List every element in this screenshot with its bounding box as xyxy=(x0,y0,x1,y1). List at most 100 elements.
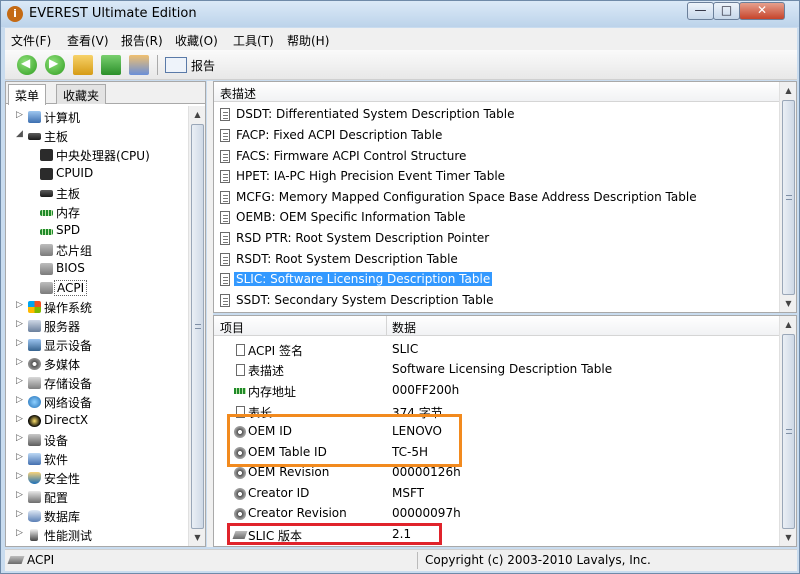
tree-scrollbar[interactable]: ▲ ▼ xyxy=(188,106,205,546)
gear-icon xyxy=(234,508,246,520)
details-scrollbar[interactable]: ▲ ▼ xyxy=(779,316,796,546)
expand-icon[interactable]: ▷ xyxy=(16,110,26,120)
report-icon[interactable] xyxy=(165,57,187,73)
minimize-button[interactable]: — xyxy=(687,2,714,20)
status-copyright: Copyright (c) 2003-2010 Lavalys, Inc. xyxy=(425,553,651,567)
devices-icon xyxy=(28,434,41,446)
table-row[interactable]: Creator ID MSFT xyxy=(214,484,780,504)
scroll-down-arrow-icon[interactable]: ▼ xyxy=(190,530,205,545)
spd-icon xyxy=(40,229,53,235)
field-value: 00000126h xyxy=(392,465,461,479)
up-folder-button[interactable] xyxy=(73,55,93,75)
tree-label: 服务器 xyxy=(44,320,81,334)
collapse-icon[interactable]: ◢ xyxy=(16,129,26,139)
menu-tools[interactable]: 工具(T) xyxy=(233,32,274,49)
expand-icon[interactable]: ▷ xyxy=(16,509,26,519)
back-arrow-icon: ◀ xyxy=(21,56,31,70)
menu-view[interactable]: 查看(V) xyxy=(67,32,109,49)
table-row[interactable]: Creator Revision 00000097h xyxy=(214,504,780,524)
forward-arrow-icon: ▶ xyxy=(49,56,59,70)
field-name: Creator ID xyxy=(248,486,310,500)
grip-icon xyxy=(195,323,201,329)
table-row[interactable]: ACPI 签名 SLIC xyxy=(214,340,780,360)
tree-scroll-thumb[interactable] xyxy=(191,124,204,529)
navigation-pane: 菜单 收藏夹 ▷ 计算机 ◢ 主板 中央处理器(CPU) CPUID 主板 内存 S… xyxy=(5,81,206,547)
document-icon xyxy=(236,344,245,356)
computer-icon xyxy=(28,111,41,123)
tree-label: 安全性 xyxy=(44,472,81,486)
tree-label: 内存 xyxy=(56,206,81,220)
forward-button[interactable]: ▶ xyxy=(45,55,65,75)
back-button[interactable]: ◀ xyxy=(17,55,37,75)
close-button[interactable]: ✕ xyxy=(739,2,785,20)
tree-label: 网络设备 xyxy=(44,396,93,410)
menu-help[interactable]: 帮助(H) xyxy=(287,32,329,49)
table-row[interactable]: 内存地址 000FF200h xyxy=(214,381,780,401)
field-name: OEM Revision xyxy=(248,465,330,479)
cpu-icon xyxy=(40,149,53,161)
scroll-down-arrow-icon[interactable]: ▼ xyxy=(781,296,796,311)
scroll-up-arrow-icon[interactable]: ▲ xyxy=(781,317,796,332)
windows-icon xyxy=(28,301,41,313)
tree-label: CPUID xyxy=(56,166,94,180)
field-value: MSFT xyxy=(392,486,424,500)
expand-icon[interactable]: ▷ xyxy=(16,528,26,538)
expand-icon[interactable]: ▷ xyxy=(16,395,26,405)
status-divider xyxy=(417,552,418,569)
scroll-up-arrow-icon[interactable]: ▲ xyxy=(190,107,205,122)
field-name: 内存地址 xyxy=(248,385,297,399)
menu-file[interactable]: 文件(F) xyxy=(11,32,51,49)
expand-icon[interactable]: ▷ xyxy=(16,300,26,310)
field-name: 表描述 xyxy=(248,364,285,378)
maximize-button[interactable]: □ xyxy=(713,2,740,20)
document-icon xyxy=(220,191,230,204)
column-item[interactable]: 项目 xyxy=(220,319,244,336)
column-value[interactable]: 数据 xyxy=(392,319,416,336)
column-table-description[interactable]: 表描述 xyxy=(220,85,256,102)
toolbar: ◀ ▶ 报告 xyxy=(5,50,797,80)
column-divider[interactable] xyxy=(386,316,387,336)
tables-scrollbar[interactable]: ▲ ▼ xyxy=(779,82,796,312)
grip-icon xyxy=(786,194,792,200)
expand-icon[interactable]: ▷ xyxy=(16,357,26,367)
tab-menu[interactable]: 菜单 xyxy=(8,84,47,105)
tree-label: 计算机 xyxy=(44,111,81,125)
expand-icon[interactable]: ▷ xyxy=(16,338,26,348)
row-text: FACS: Firmware ACPI Control Structure xyxy=(236,149,467,163)
row-text: RSDT: Root System Description Table xyxy=(236,252,458,266)
network-icon xyxy=(28,396,41,408)
menu-favorites[interactable]: 收藏(O) xyxy=(175,32,218,49)
bios-icon xyxy=(40,263,53,275)
server-icon xyxy=(28,320,41,332)
scroll-down-arrow-icon[interactable]: ▼ xyxy=(781,530,796,545)
users-button[interactable] xyxy=(129,55,149,75)
cpuid-icon xyxy=(40,168,53,180)
expand-icon[interactable]: ▷ xyxy=(16,319,26,329)
tree-label: 配置 xyxy=(44,491,69,505)
config-icon xyxy=(28,491,41,503)
acpi-icon xyxy=(7,556,25,564)
tables-column-header[interactable]: 表描述 xyxy=(214,82,780,102)
expand-icon[interactable]: ▷ xyxy=(16,433,26,443)
expand-icon[interactable]: ▷ xyxy=(16,376,26,386)
tree-label: 操作系统 xyxy=(44,301,93,315)
details-scroll-thumb[interactable] xyxy=(782,334,795,529)
document-icon xyxy=(220,211,230,224)
expand-icon[interactable]: ▷ xyxy=(16,471,26,481)
document-icon xyxy=(220,273,230,286)
tree-label: 中央处理器(CPU) xyxy=(56,149,150,163)
expand-icon[interactable]: ▷ xyxy=(16,452,26,462)
report-button-label[interactable]: 报告 xyxy=(191,57,215,74)
tab-favorites[interactable]: 收藏夹 xyxy=(56,84,107,104)
tables-scroll-thumb[interactable] xyxy=(782,100,795,295)
document-icon xyxy=(220,170,230,183)
menu-report[interactable]: 报告(R) xyxy=(121,32,163,49)
scroll-up-arrow-icon[interactable]: ▲ xyxy=(781,83,796,98)
refresh-button[interactable] xyxy=(101,55,121,75)
row-text: DSDT: Differentiated System Description … xyxy=(236,107,515,121)
menu-bar: 文件(F) 查看(V) 报告(R) 收藏(O) 工具(T) 帮助(H) xyxy=(5,28,797,50)
table-row[interactable]: 表描述 Software Licensing Description Table xyxy=(214,360,780,380)
expand-icon[interactable]: ▷ xyxy=(16,414,26,424)
expand-icon[interactable]: ▷ xyxy=(16,490,26,500)
tree-label: 主板 xyxy=(56,187,81,201)
